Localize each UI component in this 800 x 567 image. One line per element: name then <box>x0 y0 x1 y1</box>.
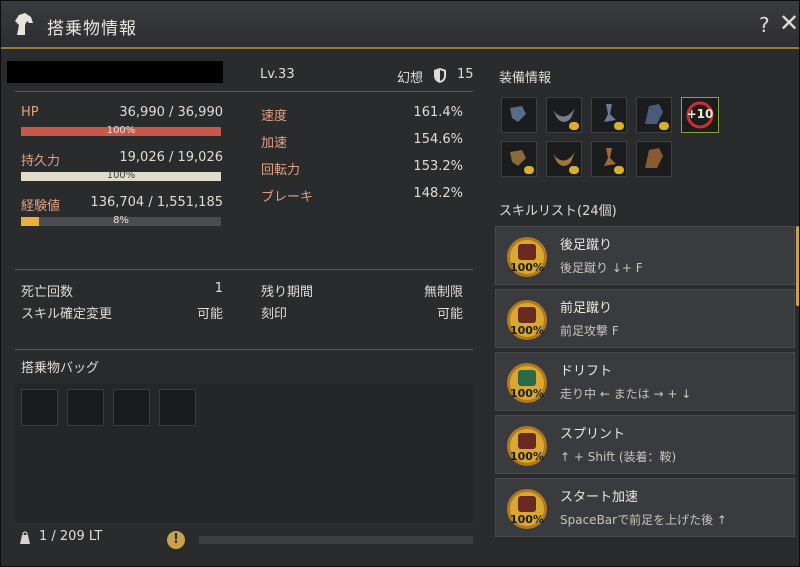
turning-label: 回転力 <box>261 163 301 178</box>
skill-list[interactable]: 100% 後足蹴り 後足蹴り ↓+ F 100% 前足蹴り 前足攻撃 F 100… <box>495 226 795 546</box>
skill-command: SpaceBarで前足を上げた後 ↑ <box>560 513 727 527</box>
skill-item[interactable]: 100% スプリント ↑ + Shift (装着：鞍) <box>495 415 795 474</box>
speed-value: 161.4% <box>413 105 463 120</box>
acceleration-label: 加速 <box>261 136 288 151</box>
weight-icon <box>20 531 30 544</box>
fantasy-value: 15 <box>457 67 474 82</box>
skill-item[interactable]: 100% ドリフト 走り中 ← または → + ↓ <box>495 352 795 411</box>
stamina-value: 19,026 / 19,026 <box>119 150 223 165</box>
skill-name: 前足蹴り <box>560 301 613 316</box>
skill-icon: 100% <box>507 300 547 340</box>
exp-percent: 8% <box>113 215 129 226</box>
death-count-label: 死亡回数 <box>21 285 74 300</box>
skill-icon: 100% <box>507 489 547 529</box>
divider <box>15 269 473 270</box>
stamina-bar: 100% <box>21 170 221 181</box>
mount-info-window: 搭乗物情報 ? ✕ Lv.33 幻想 15 HP 36,990 / 36,990… <box>0 0 800 567</box>
hp-value: 36,990 / 36,990 <box>119 105 223 120</box>
horse-head-icon <box>15 13 33 35</box>
gold-marker <box>569 122 579 130</box>
fantasy-label: 幻想 <box>397 71 424 86</box>
equipment-slot-enhanced[interactable]: +10 <box>681 97 719 133</box>
gold-marker <box>614 122 624 130</box>
hp-label: HP <box>21 105 39 120</box>
equipment-slot-horseshoe[interactable] <box>591 97 627 133</box>
turning-value: 153.2% <box>413 159 463 174</box>
armor-icon <box>645 148 663 168</box>
title-bar[interactable]: 搭乗物情報 ? ✕ <box>1 1 799 49</box>
exp-bar: 8% <box>21 215 221 226</box>
skill-change-value: 可能 <box>196 307 223 322</box>
warning-icon[interactable]: ! <box>167 531 185 549</box>
shield-icon <box>434 68 446 83</box>
skill-command: 後足蹴り ↓+ F <box>560 261 643 275</box>
skill-percent: 100% <box>510 513 544 526</box>
mount-bag-title: 搭乗物バッグ <box>21 361 100 376</box>
weight-bar <box>199 536 473 544</box>
gold-marker <box>524 166 534 174</box>
speed-label: 速度 <box>261 109 288 124</box>
bag-slot[interactable] <box>21 389 58 426</box>
stamina-percent: 100% <box>106 170 136 181</box>
skill-percent: 100% <box>510 324 544 337</box>
death-count-value: 1 <box>214 281 223 296</box>
exp-value: 136,704 / 1,551,185 <box>90 195 223 210</box>
skill-command: 走り中 ← または → + ↓ <box>560 387 692 401</box>
skill-command: ↑ + Shift (装着：鞍) <box>560 450 677 464</box>
equipment-slot-armor-gold[interactable] <box>636 141 672 177</box>
skill-name: 後足蹴り <box>560 238 613 253</box>
equipment-slot-stirrup[interactable] <box>501 97 537 133</box>
skill-name: スタート加速 <box>560 490 639 505</box>
stirrup-icon <box>510 106 526 122</box>
hp-bar: 100% <box>21 125 221 136</box>
bag-slot[interactable] <box>113 389 150 426</box>
skill-item[interactable]: 100% 後足蹴り 後足蹴り ↓+ F <box>495 226 795 285</box>
imprint-value: 可能 <box>436 307 463 322</box>
equipment-slot-armor[interactable] <box>636 97 672 133</box>
gold-marker <box>614 166 624 174</box>
skill-item[interactable]: 100% スタート加速 SpaceBarで前足を上げた後 ↑ <box>495 478 795 537</box>
acceleration-value: 154.6% <box>413 132 463 147</box>
level-label: Lv.33 <box>260 67 295 82</box>
equipment-slot-saddle[interactable] <box>546 97 582 133</box>
imprint-label: 刻印 <box>261 307 288 322</box>
skill-percent: 100% <box>510 450 544 463</box>
skill-icon: 100% <box>507 426 547 466</box>
gold-marker <box>569 166 579 174</box>
stamina-label: 持久力 <box>21 154 61 169</box>
equipment-slot-horseshoe-gold[interactable] <box>591 141 627 177</box>
gold-marker <box>659 122 669 130</box>
skill-command: 前足攻撃 F <box>560 324 619 338</box>
remaining-period-value: 無制限 <box>423 285 463 300</box>
remaining-period-label: 残り期間 <box>261 285 314 300</box>
weight-value: 1 / 209 LT <box>39 529 103 544</box>
bag-slot[interactable] <box>67 389 104 426</box>
bag-slot[interactable] <box>159 389 196 426</box>
skill-list-scrollbar[interactable] <box>796 226 799 306</box>
skill-list-title: スキルリスト(24個) <box>499 204 617 219</box>
equipment-slot-stirrup-gold[interactable] <box>501 141 537 177</box>
brake-label: ブレーキ <box>261 190 314 205</box>
hp-percent: 100% <box>106 125 136 136</box>
skill-name: スプリント <box>560 427 626 442</box>
skill-percent: 100% <box>510 387 544 400</box>
skill-icon: 100% <box>507 363 547 403</box>
mount-name-redacted <box>7 61 223 83</box>
divider <box>15 349 473 350</box>
skill-name: ドリフト <box>560 364 613 379</box>
brake-value: 148.2% <box>413 186 463 201</box>
equipment-slot-saddle-gold[interactable] <box>546 141 582 177</box>
exp-label: 経験値 <box>21 199 61 214</box>
close-button[interactable]: ✕ <box>779 9 799 37</box>
equipment-title: 装備情報 <box>499 71 552 86</box>
skill-percent: 100% <box>510 261 544 274</box>
enhance-level: +10 <box>686 107 714 121</box>
window-title: 搭乗物情報 <box>47 19 137 39</box>
help-button[interactable]: ? <box>759 13 770 37</box>
skill-item[interactable]: 100% 前足蹴り 前足攻撃 F <box>495 289 795 348</box>
skill-change-label: スキル確定変更 <box>21 307 113 322</box>
divider <box>15 91 473 92</box>
skill-icon: 100% <box>507 237 547 277</box>
